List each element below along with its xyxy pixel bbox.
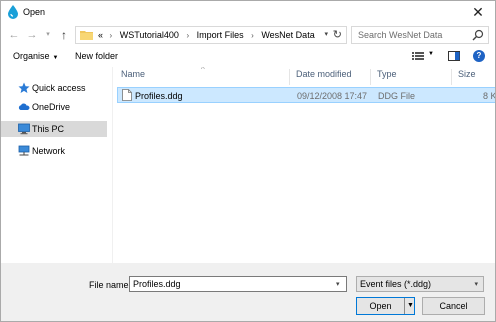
address-bar[interactable]: « › WSTutorial400 › Import Files › WesNe… bbox=[75, 26, 347, 44]
breadcrumb-item[interactable]: WesNet Data bbox=[261, 30, 314, 40]
refresh-icon[interactable]: ↻ bbox=[333, 28, 342, 41]
column-divider[interactable] bbox=[451, 69, 452, 85]
computer-icon bbox=[18, 123, 30, 135]
chevron-down-icon: ▼ bbox=[407, 302, 414, 309]
search-input[interactable]: Search WesNet Data bbox=[358, 30, 442, 40]
view-options-chevron-icon[interactable]: ▼ bbox=[428, 51, 434, 57]
sidebar-item-this-pc[interactable]: This PC bbox=[1, 121, 107, 137]
organise-label: Organise bbox=[13, 51, 50, 61]
file-name-label: File name: bbox=[89, 280, 132, 290]
breadcrumb-item[interactable]: Import Files bbox=[197, 30, 244, 40]
sidebar-item-label: OneDrive bbox=[32, 102, 71, 112]
breadcrumb-item[interactable]: WSTutorial400 bbox=[120, 30, 179, 40]
back-button[interactable]: ← bbox=[7, 27, 21, 43]
sidebar-item-label: This PC bbox=[32, 124, 65, 134]
star-icon bbox=[18, 82, 30, 93]
organise-button[interactable]: Organise ▼ bbox=[13, 51, 58, 61]
new-folder-button[interactable]: New folder bbox=[75, 51, 118, 61]
column-header-size[interactable]: Size bbox=[458, 69, 476, 85]
column-divider[interactable] bbox=[370, 69, 371, 85]
breadcrumb: « › WSTutorial400 › Import Files › WesNe… bbox=[98, 30, 315, 40]
file-list: ^ Name Date modified Type Size Profiles.… bbox=[113, 67, 495, 263]
open-button-label: Open bbox=[369, 301, 392, 311]
sidebar-item-label: Quick access bbox=[32, 83, 86, 93]
open-options-button[interactable]: ▼ bbox=[404, 298, 415, 314]
column-header-type[interactable]: Type bbox=[377, 69, 397, 85]
network-icon bbox=[18, 145, 30, 156]
bottom-panel: File name: ▾ Event files (*.ddg) ▾ Open … bbox=[1, 263, 495, 321]
up-button[interactable]: ↑ bbox=[57, 27, 71, 43]
recent-locations-button[interactable]: ▾ bbox=[41, 27, 55, 43]
folder-icon bbox=[80, 31, 93, 40]
sidebar-item-onedrive[interactable]: OneDrive bbox=[1, 99, 107, 115]
preview-pane-icon[interactable] bbox=[448, 51, 460, 61]
sidebar-item-network[interactable]: Network bbox=[1, 143, 107, 159]
sort-indicator-icon: ^ bbox=[201, 67, 205, 74]
file-row[interactable]: Profiles.ddg 09/12/2008 17:47 DDG File 8… bbox=[117, 87, 495, 103]
window-title: Open bbox=[23, 7, 46, 17]
cloud-icon bbox=[18, 103, 30, 110]
file-name-dropdown-icon[interactable]: ▾ bbox=[336, 280, 340, 288]
breadcrumb-separator: › bbox=[109, 31, 113, 40]
open-file-dialog: Open ✕ ← → ▾ ↑ « › WSTutorial400 › Impor… bbox=[0, 0, 496, 322]
chevron-down-icon: ▼ bbox=[52, 55, 59, 61]
open-button[interactable]: Open ▼ bbox=[356, 297, 415, 315]
sidebar-item-quick-access[interactable]: Quick access bbox=[1, 80, 107, 96]
close-icon[interactable]: ✕ bbox=[467, 2, 489, 22]
breadcrumb-separator[interactable]: › bbox=[186, 31, 189, 40]
breadcrumb-separator[interactable]: › bbox=[251, 31, 254, 40]
search-icon bbox=[472, 29, 484, 41]
document-icon bbox=[122, 89, 132, 101]
file-type-select[interactable]: Event files (*.ddg) ▾ bbox=[356, 276, 484, 292]
column-header-name[interactable]: Name bbox=[121, 69, 145, 85]
breadcrumb-overflow[interactable]: « bbox=[98, 30, 103, 40]
app-droplet-icon bbox=[8, 5, 18, 19]
chevron-down-icon: ▾ bbox=[474, 281, 478, 288]
file-size-cell: 8 K bbox=[483, 91, 495, 101]
file-date-cell: 09/12/2008 17:47 bbox=[297, 91, 368, 101]
column-header-date[interactable]: Date modified bbox=[296, 69, 352, 85]
cancel-button[interactable]: Cancel bbox=[422, 297, 485, 315]
navigation-pane: Quick access OneDrive This PC Network bbox=[1, 67, 109, 263]
address-dropdown-icon[interactable]: ▾ bbox=[324, 30, 328, 38]
title-bar: Open ✕ bbox=[1, 1, 495, 23]
file-name-field[interactable] bbox=[129, 276, 347, 292]
search-box[interactable]: Search WesNet Data bbox=[351, 26, 489, 44]
file-type-value: Event files (*.ddg) bbox=[360, 279, 432, 289]
file-name-cell: Profiles.ddg bbox=[135, 91, 183, 101]
file-type-cell: DDG File bbox=[378, 91, 416, 101]
forward-button[interactable]: → bbox=[25, 27, 39, 43]
change-view-icon[interactable] bbox=[412, 51, 424, 61]
sidebar-item-label: Network bbox=[32, 146, 66, 156]
toolbar: Organise ▼ New folder ▼ ? bbox=[1, 47, 495, 67]
column-divider[interactable] bbox=[289, 69, 290, 85]
navigation-bar: ← → ▾ ↑ « › WSTutorial400 › Import Files… bbox=[1, 25, 495, 45]
help-icon[interactable]: ? bbox=[473, 50, 485, 62]
